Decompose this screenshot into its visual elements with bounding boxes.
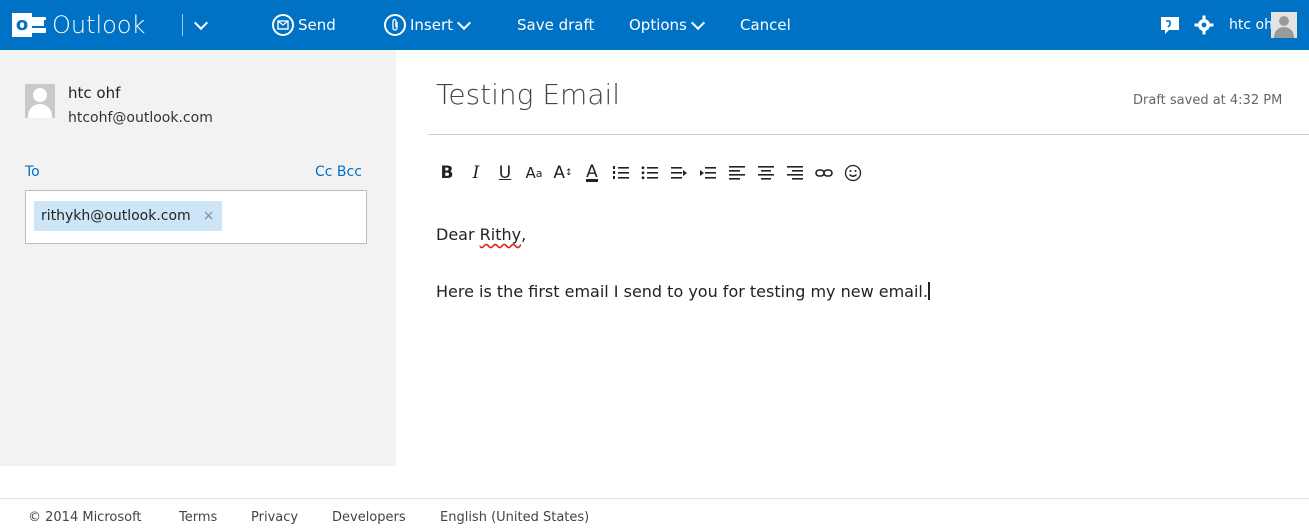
link-icon[interactable]	[813, 162, 835, 184]
greeting-prefix: Dear	[436, 225, 480, 244]
body-text: Here is the first email I send to you fo…	[436, 282, 928, 301]
cancel-button[interactable]: Cancel	[740, 0, 791, 50]
cc-bcc-link[interactable]: Cc Bcc	[315, 164, 362, 180]
privacy-link[interactable]: Privacy	[251, 510, 298, 525]
recipient-chip[interactable]: rithykh@outlook.com ×	[34, 201, 223, 231]
chevron-down-icon	[690, 15, 705, 31]
align-center-icon[interactable]	[755, 162, 777, 184]
chevron-down-icon	[456, 15, 472, 31]
divider	[182, 14, 183, 36]
grow-font-icon[interactable]: A ↕	[552, 162, 574, 184]
insert-label: Insert	[410, 16, 454, 34]
sender-avatar	[25, 84, 55, 118]
chevron-down-icon	[193, 15, 209, 31]
outlook-logo-icon[interactable]: o	[12, 13, 46, 37]
to-label[interactable]: To	[25, 164, 40, 180]
gear-icon[interactable]	[1194, 15, 1214, 39]
options-label: Options	[629, 16, 687, 34]
greeting-suffix: ,	[521, 225, 527, 244]
sender-email: htcohf@outlook.com	[68, 110, 213, 126]
developers-link[interactable]: Developers	[332, 510, 406, 525]
subject-field[interactable]: Testing Email	[436, 78, 620, 111]
divider	[428, 134, 1309, 135]
to-field[interactable]: rithykh@outlook.com ×	[25, 190, 367, 244]
text-cursor	[927, 282, 930, 300]
align-right-icon[interactable]	[784, 162, 806, 184]
numbered-list-icon[interactable]	[610, 162, 632, 184]
font-color-icon[interactable]: A	[581, 162, 603, 184]
top-bar: o Outlook Send Insert Save draft Options…	[0, 0, 1309, 50]
bullet-list-icon[interactable]	[639, 162, 661, 184]
decrease-indent-icon[interactable]	[668, 162, 690, 184]
app-title[interactable]: Outlook	[52, 0, 145, 50]
formatting-toolbar: B I U Aa A ↕ A	[436, 155, 871, 191]
recipients-panel: htc ohf htcohf@outlook.com To Cc Bcc rit…	[0, 50, 396, 466]
copyright-text: © 2014 Microsoft	[28, 510, 142, 525]
save-draft-button[interactable]: Save draft	[517, 0, 594, 50]
spellcheck-word: Rithy	[479, 225, 522, 244]
recipient-email: rithykh@outlook.com	[41, 208, 191, 224]
align-left-icon[interactable]	[726, 162, 748, 184]
send-button[interactable]: Send	[272, 0, 336, 50]
underline-icon[interactable]: U	[494, 162, 516, 184]
avatar[interactable]	[1271, 12, 1297, 38]
increase-indent-icon[interactable]	[697, 162, 719, 184]
draft-status: Draft saved at 4:32 PM	[1133, 93, 1283, 108]
email-body[interactable]: Here is the first email I send to you fo…	[436, 282, 930, 301]
sender-name: htc ohf	[68, 84, 121, 102]
footer: © 2014 Microsoft Terms Privacy Developer…	[0, 499, 1309, 528]
email-greeting[interactable]: Dear Rithy,	[436, 225, 526, 244]
bold-icon[interactable]: B	[436, 162, 458, 184]
font-size-icon[interactable]: Aa	[523, 162, 545, 184]
send-label: Send	[298, 16, 336, 34]
insert-button[interactable]: Insert	[384, 0, 472, 50]
italic-icon[interactable]: I	[465, 162, 487, 184]
paperclip-icon	[384, 14, 406, 36]
app-switcher-button[interactable]	[193, 0, 209, 50]
feedback-icon[interactable]	[1160, 15, 1180, 39]
terms-link[interactable]: Terms	[179, 510, 217, 525]
emoticon-icon[interactable]	[842, 162, 864, 184]
language-link[interactable]: English (United States)	[440, 510, 589, 525]
send-icon	[272, 14, 294, 36]
remove-recipient-icon[interactable]: ×	[203, 208, 215, 224]
options-button[interactable]: Options	[629, 0, 705, 50]
